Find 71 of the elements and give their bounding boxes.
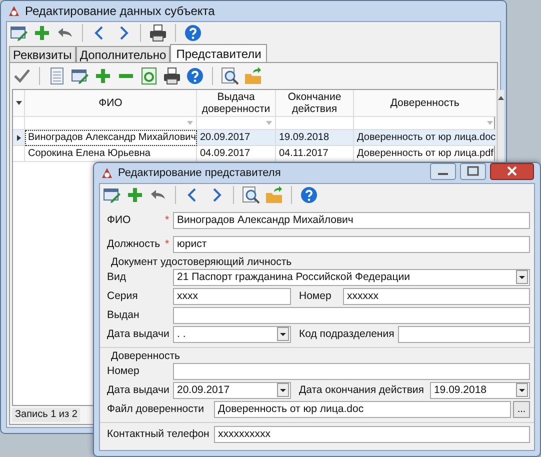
field-label: Файл доверенности [107, 403, 206, 415]
document-icon[interactable] [48, 67, 66, 85]
app-icon [7, 4, 21, 18]
magnifier-icon[interactable] [242, 186, 260, 204]
table-cell[interactable]: Доверенность от юр лица.doc [354, 130, 497, 146]
plus-icon[interactable] [94, 67, 112, 85]
position-input-field[interactable]: юрист [173, 236, 530, 252]
field-label: Серия [107, 290, 139, 302]
table-cell[interactable]: Виноградов Александр Михайлович [25, 130, 197, 146]
number-input-field[interactable]: xxxxxx [343, 288, 530, 304]
issued-by-input-field[interactable] [173, 306, 530, 324]
field-label: Номер [107, 365, 140, 377]
column-menu-icon[interactable] [16, 101, 22, 105]
help-icon[interactable] [186, 67, 204, 85]
table-cell[interactable]: 20.09.2017 [197, 130, 276, 146]
field-label: ФИО [107, 214, 132, 226]
field-label: Код подразделения [299, 328, 394, 340]
row-pointer-icon [16, 134, 20, 140]
date-dropdown[interactable]: 19.09.2018 [430, 382, 530, 398]
help-icon[interactable] [184, 24, 202, 42]
tab[interactable]: Дополнительно [76, 46, 170, 62]
tab[interactable]: Реквизиты [9, 46, 76, 62]
printer-icon[interactable] [163, 67, 181, 85]
column-header[interactable]: Доверенность [354, 90, 497, 117]
department-code-input-field[interactable] [398, 326, 530, 342]
group-heading: Доверенность [110, 350, 182, 362]
field-label: Дата выдачи [107, 384, 170, 396]
date-dropdown[interactable]: . . [173, 326, 291, 342]
group-heading: Документ удостоверяющий личность [110, 256, 293, 268]
column-header[interactable]: Выдача доверенности [197, 90, 276, 117]
edit-icon[interactable] [71, 67, 89, 85]
edit-icon[interactable] [10, 24, 28, 42]
date-dropdown[interactable]: 20.09.2017 [173, 382, 291, 398]
required-marker: * [165, 214, 170, 226]
minimize-button[interactable] [430, 163, 456, 180]
phone-input-field[interactable]: xxxxxxxxxx [214, 426, 530, 442]
window-title: Редактирование представителя [118, 167, 281, 179]
status-bar: Запись 1 из 2 [12, 408, 80, 422]
field-label: Выдан [107, 309, 140, 321]
field-label: Вид [107, 271, 127, 283]
window-title: Редактирование данных субъекта [25, 4, 215, 18]
document-type-dropdown[interactable]: 21 Паспорт гражданина Российской Федерации [173, 268, 530, 286]
folder-icon[interactable] [265, 186, 283, 204]
column-header[interactable]: Окончание действия [276, 90, 354, 117]
close-button[interactable] [490, 163, 534, 180]
field-label: Дата выдачи [107, 328, 170, 340]
field-label: Контактный телефон [107, 428, 210, 440]
plus-icon[interactable] [126, 186, 144, 204]
field-label: Дата окончания действия [299, 384, 424, 396]
column-header[interactable]: ФИО [25, 90, 197, 117]
refresh-icon[interactable] [140, 67, 158, 85]
checkmark-icon[interactable] [13, 67, 31, 85]
file-input-field[interactable]: Доверенность от юр лица.doc [214, 400, 511, 418]
edit-icon[interactable] [103, 186, 121, 204]
magnifier-icon[interactable] [221, 67, 239, 85]
field-label: Должность [107, 238, 162, 250]
field-label: Номер [299, 290, 332, 302]
series-input-field[interactable]: xxxx [173, 288, 291, 304]
app-icon [100, 166, 114, 180]
scroll-up-icon[interactable] [498, 96, 504, 100]
number-input-field[interactable] [173, 362, 530, 380]
plus-icon[interactable] [33, 24, 51, 42]
tab[interactable]: Представители [170, 44, 268, 62]
help-icon[interactable] [300, 186, 318, 204]
table-cell[interactable]: 19.09.2018 [276, 130, 354, 146]
folder-icon[interactable] [244, 67, 262, 85]
browse-button[interactable]: ... [513, 400, 530, 418]
maximize-button[interactable] [460, 163, 486, 180]
printer-icon[interactable] [149, 24, 167, 42]
name-input-field[interactable]: Виноградов Александр Михайлович [173, 212, 530, 228]
required-marker: * [165, 238, 170, 250]
